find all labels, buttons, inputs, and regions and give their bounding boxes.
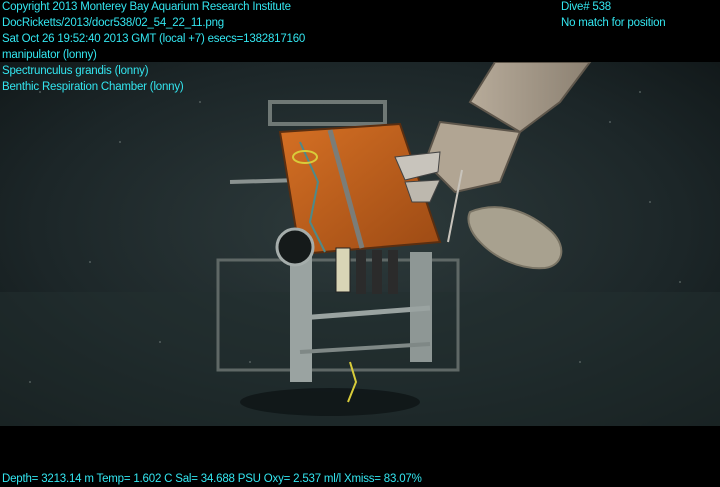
sensor-1 — [335, 247, 351, 293]
annotation-chamber: Benthic Respiration Chamber (lonny) — [2, 81, 184, 93]
sensor-readout-line: Depth= 3213.14 m Temp= 1.602 C Sal= 34.6… — [2, 473, 422, 485]
sensor-2 — [356, 250, 366, 294]
video-frame: Copyright 2013 Monterey Bay Aquarium Res… — [0, 0, 720, 486]
annotation-species: Spectrunculus grandis (lonny) — [2, 65, 149, 77]
overlay-top-left: Copyright 2013 Monterey Bay Aquarium Res… — [2, 0, 305, 95]
underwater-scene — [0, 62, 720, 426]
dive-number: Dive# 538 — [561, 1, 611, 13]
chamber-port — [275, 227, 315, 267]
copyright-line: Copyright 2013 Monterey Bay Aquarium Res… — [2, 1, 291, 13]
overlay-top-right: Dive# 538 No match for position — [561, 0, 666, 31]
filename-line: DocRicketts/2013/docr538/02_54_22_11.png — [2, 17, 224, 29]
annotation-manipulator: manipulator (lonny) — [2, 49, 97, 61]
instrument-shadow — [240, 388, 420, 416]
sensor-3 — [372, 250, 382, 294]
timestamp-line: Sat Oct 26 19:52:40 2013 GMT (local +7) … — [2, 33, 306, 45]
sensor-4 — [388, 250, 398, 294]
overlay-sensor-readout: Depth= 3213.14 m Temp= 1.602 C Sal= 34.6… — [2, 471, 422, 487]
position-status: No match for position — [561, 17, 666, 29]
